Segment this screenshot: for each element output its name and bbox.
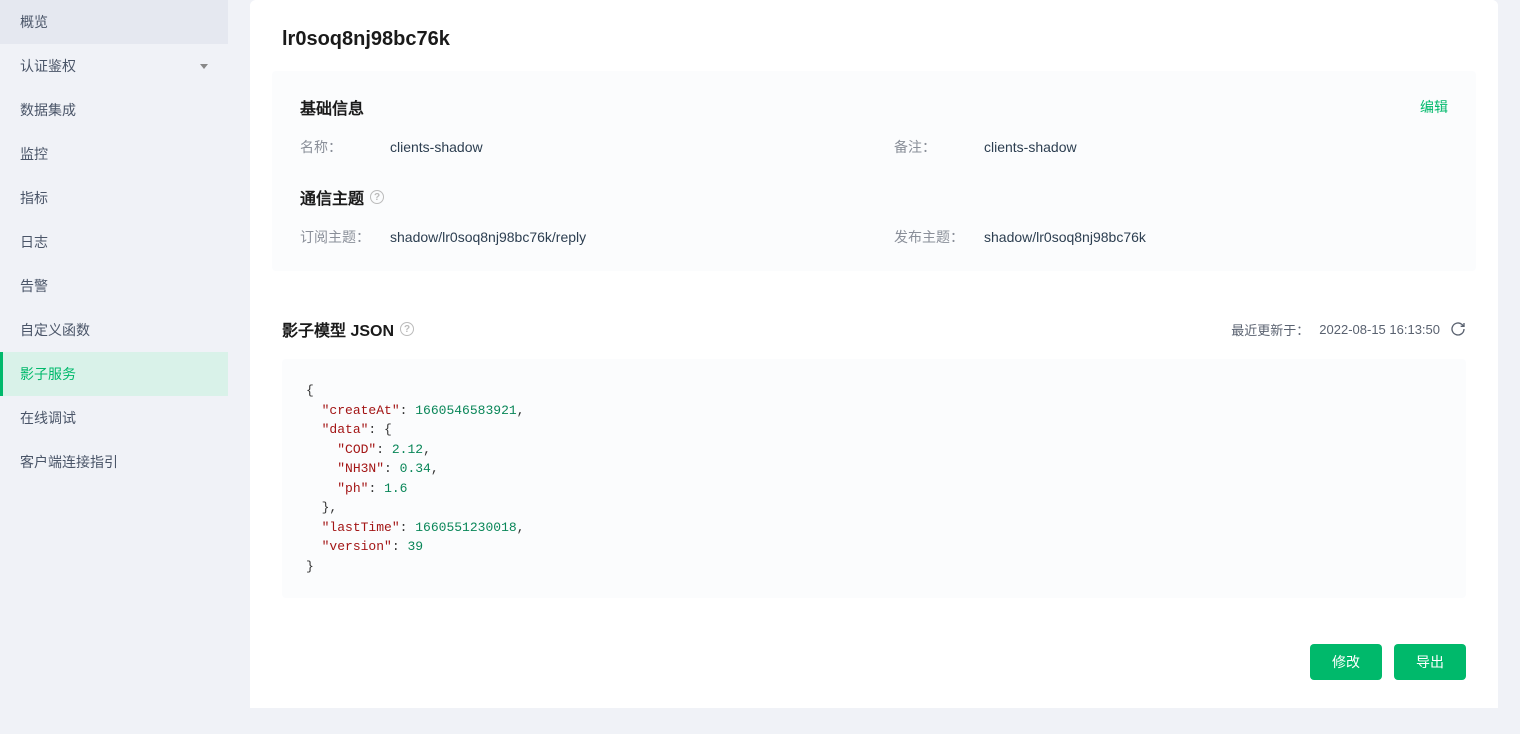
sub-topic-value: shadow/lr0soq8nj98bc76k/reply [390, 229, 586, 245]
refresh-icon[interactable] [1450, 321, 1466, 337]
note-value: clients-shadow [984, 139, 1077, 155]
name-value: clients-shadow [390, 139, 483, 155]
sidebar-item-label: 告警 [20, 276, 48, 296]
sidebar-item-1[interactable]: 认证鉴权 [0, 44, 228, 88]
chevron-down-icon [200, 64, 208, 69]
main-content: lr0soq8nj98bc76k 基础信息 编辑 名称： clients-sha… [228, 0, 1520, 734]
sidebar-item-label: 数据集成 [20, 100, 76, 120]
pub-topic-value: shadow/lr0soq8nj98bc76k [984, 229, 1146, 245]
sidebar-item-label: 自定义函数 [20, 320, 90, 340]
sidebar-item-0[interactable]: 概览 [0, 0, 228, 44]
sub-topic-label: 订阅主题： [300, 227, 390, 247]
sidebar-item-8[interactable]: 影子服务 [0, 352, 228, 396]
sidebar-item-5[interactable]: 日志 [0, 220, 228, 264]
sidebar-item-label: 客户端连接指引 [20, 452, 118, 472]
topics-title-text: 通信主题 [300, 185, 364, 209]
action-bar: 修改 导出 [250, 626, 1498, 708]
updated-value: 2022-08-15 16:13:50 [1319, 322, 1440, 337]
sidebar-item-label: 影子服务 [20, 364, 76, 384]
sidebar-item-3[interactable]: 监控 [0, 132, 228, 176]
sidebar-item-9[interactable]: 在线调试 [0, 396, 228, 440]
sidebar-item-label: 监控 [20, 144, 48, 164]
help-icon[interactable]: ? [400, 322, 414, 336]
modify-button[interactable]: 修改 [1310, 644, 1382, 680]
basic-info-section: 基础信息 编辑 名称： clients-shadow 备注： clients-s… [272, 71, 1476, 271]
sidebar-item-label: 日志 [20, 232, 48, 252]
sidebar-item-6[interactable]: 告警 [0, 264, 228, 308]
sidebar-item-4[interactable]: 指标 [0, 176, 228, 220]
sidebar-item-label: 在线调试 [20, 408, 76, 428]
sidebar-item-label: 指标 [20, 188, 48, 208]
help-icon[interactable]: ? [370, 190, 384, 204]
sidebar-item-7[interactable]: 自定义函数 [0, 308, 228, 352]
name-label: 名称： [300, 137, 390, 157]
edit-button[interactable]: 编辑 [1420, 97, 1448, 117]
json-model-title: 影子模型 JSON ? [282, 317, 414, 341]
page-title: lr0soq8nj98bc76k [250, 0, 1498, 71]
pub-topic-label: 发布主题： [894, 227, 984, 247]
sidebar-item-10[interactable]: 客户端连接指引 [0, 440, 228, 484]
updated-label: 最近更新于： [1231, 320, 1309, 339]
topics-title: 通信主题 ? [300, 185, 384, 209]
sidebar-item-label: 认证鉴权 [20, 56, 76, 76]
basic-info-title: 基础信息 [300, 95, 364, 119]
export-button[interactable]: 导出 [1394, 644, 1466, 680]
sidebar: 概览认证鉴权数据集成监控指标日志告警自定义函数影子服务在线调试客户端连接指引 [0, 0, 228, 734]
sidebar-item-label: 概览 [20, 12, 48, 32]
json-model-section: 影子模型 JSON ? 最近更新于： 2022-08-15 16:13:50 {… [250, 293, 1498, 626]
json-viewer: { "createAt": 1660546583921, "data": { "… [282, 359, 1466, 598]
json-model-title-text: 影子模型 JSON [282, 317, 394, 341]
note-label: 备注： [894, 137, 984, 157]
sidebar-item-2[interactable]: 数据集成 [0, 88, 228, 132]
